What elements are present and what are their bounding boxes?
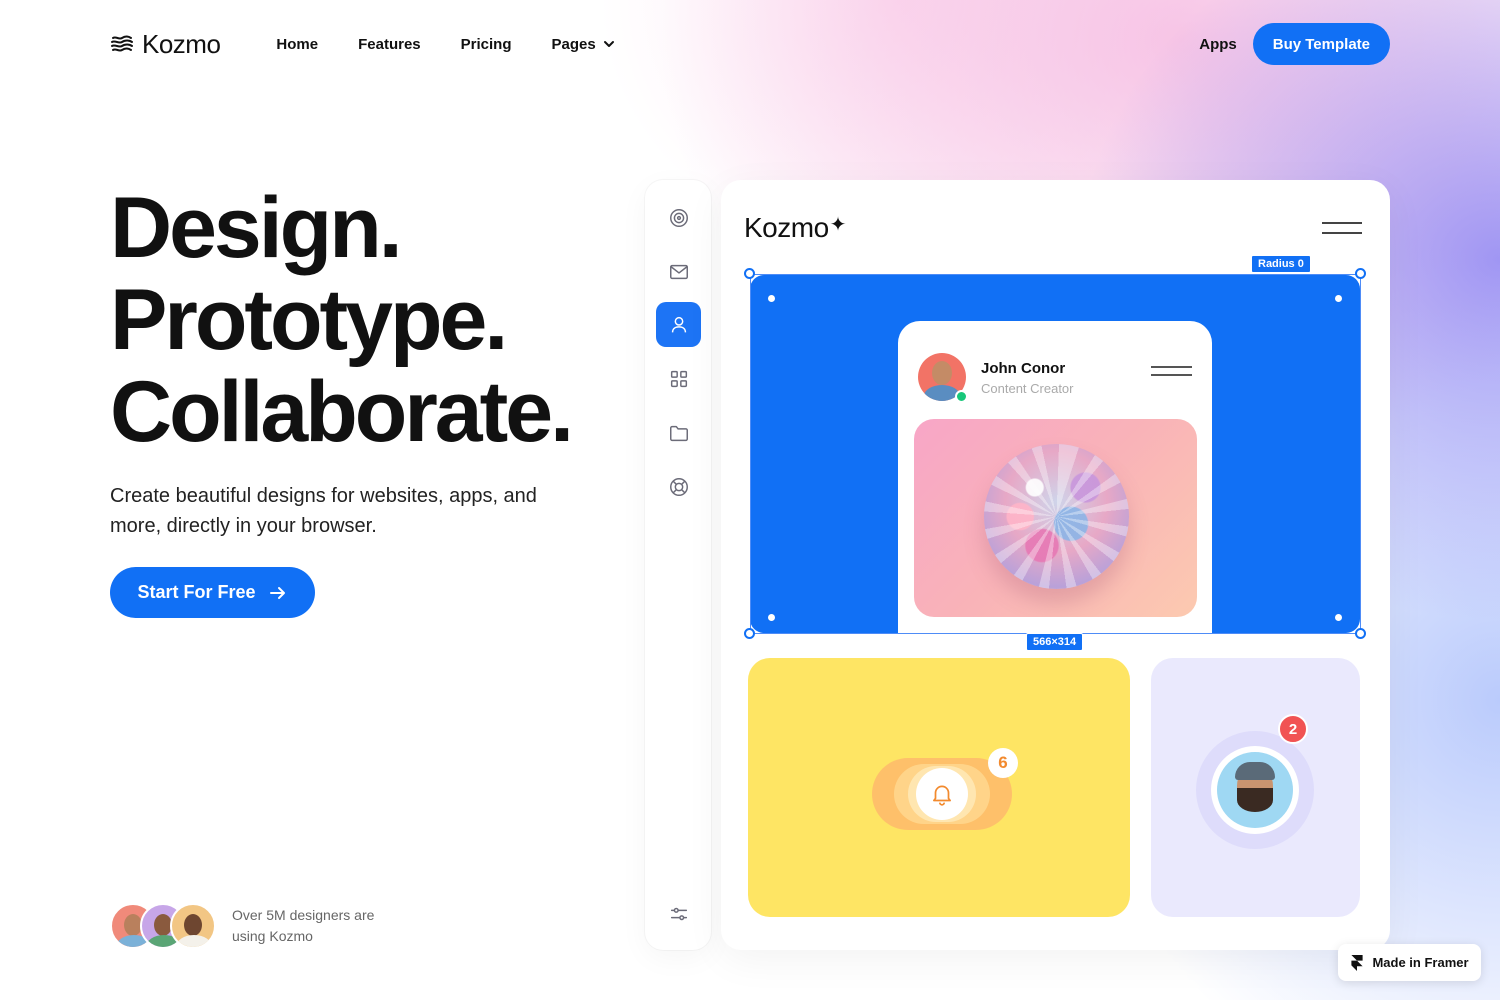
brand-logo[interactable]: Kozmo (110, 28, 221, 60)
nav-apps[interactable]: Apps (1199, 36, 1237, 53)
hero-subtitle: Create beautiful designs for websites, a… (110, 485, 537, 537)
resize-handle[interactable] (1355, 268, 1366, 279)
profile-role: Content Creator (981, 381, 1074, 396)
online-status-icon (955, 390, 968, 403)
sliders-icon[interactable] (656, 891, 701, 936)
brand-name: Kozmo (142, 28, 221, 59)
grid-icon[interactable] (656, 356, 701, 401)
radius-tag: Radius 0 (1251, 255, 1311, 273)
hero-title-line: Collaborate. (110, 364, 574, 460)
start-for-free-label: Start For Free (137, 582, 256, 602)
arrow-right-icon (269, 586, 285, 599)
preview-card: Kozmo✦ John Conor Content Creator Radius… (721, 180, 1390, 950)
bell-icon (916, 768, 968, 820)
preview-brand: Kozmo✦ (744, 212, 846, 244)
avatar-card: 2 (1151, 658, 1360, 917)
menu-icon[interactable] (1322, 222, 1362, 234)
size-tag: 566×314 (1026, 633, 1084, 651)
avatar (170, 903, 216, 949)
tool-sidebar (645, 180, 711, 950)
social-proof-text: Over 5M designers are using Kozmo (232, 907, 375, 944)
buy-template-button[interactable]: Buy Template (1252, 23, 1390, 65)
user-icon[interactable] (656, 302, 701, 347)
framer-logo-icon (1351, 954, 1364, 971)
nav-features[interactable]: Features (358, 36, 421, 53)
social-proof: Over 5M designers are using Kozmo (110, 903, 402, 949)
hero-title: Design. Prototype. Collaborate. (110, 180, 574, 460)
top-nav: Kozmo Home Features Pricing Pages Apps B… (110, 22, 1390, 66)
folder-icon[interactable] (656, 410, 701, 455)
target-icon[interactable] (656, 195, 701, 240)
resize-handle[interactable] (744, 628, 755, 639)
sparkle-icon: ✦ (829, 214, 847, 236)
profile-card: John Conor Content Creator (898, 321, 1212, 634)
nav-home[interactable]: Home (276, 36, 318, 53)
nav-pages-label: Pages (551, 35, 596, 53)
kozmo-logo-icon (111, 35, 133, 52)
corner-dot (1335, 295, 1342, 302)
mail-icon[interactable] (656, 249, 701, 294)
resize-handle[interactable] (1355, 628, 1366, 639)
avatar-stack (110, 903, 216, 949)
chevron-down-icon (603, 41, 614, 47)
corner-dot (768, 295, 775, 302)
hero-title-line: Design. (110, 180, 403, 276)
lifebuoy-icon[interactable] (656, 464, 701, 509)
nav-links: Home Features Pricing Pages (276, 36, 615, 53)
made-in-framer-badge[interactable]: Made in Framer (1338, 944, 1481, 981)
corner-dot (1335, 614, 1342, 621)
resize-handle[interactable] (744, 268, 755, 279)
nav-pages[interactable]: Pages (552, 36, 616, 53)
glass-orb-image (984, 444, 1129, 589)
notification-count-badge: 6 (988, 748, 1018, 778)
made-in-framer-label: Made in Framer (1372, 955, 1469, 970)
notification-card: 6 (748, 658, 1130, 917)
preview-brand-name: Kozmo (744, 212, 829, 243)
start-for-free-button[interactable]: Start For Free (110, 567, 315, 618)
avatar-count-badge: 2 (1278, 714, 1308, 744)
memoji-avatar[interactable] (1217, 752, 1293, 828)
corner-dot (768, 614, 775, 621)
nav-pricing[interactable]: Pricing (461, 36, 512, 53)
profile-name: John Conor (981, 360, 1066, 377)
profile-menu-icon[interactable] (1151, 366, 1192, 376)
profile-cover-image (914, 419, 1197, 617)
nav-actions: Apps Buy Template (1199, 23, 1390, 65)
hero-title-line: Prototype. (110, 272, 508, 368)
